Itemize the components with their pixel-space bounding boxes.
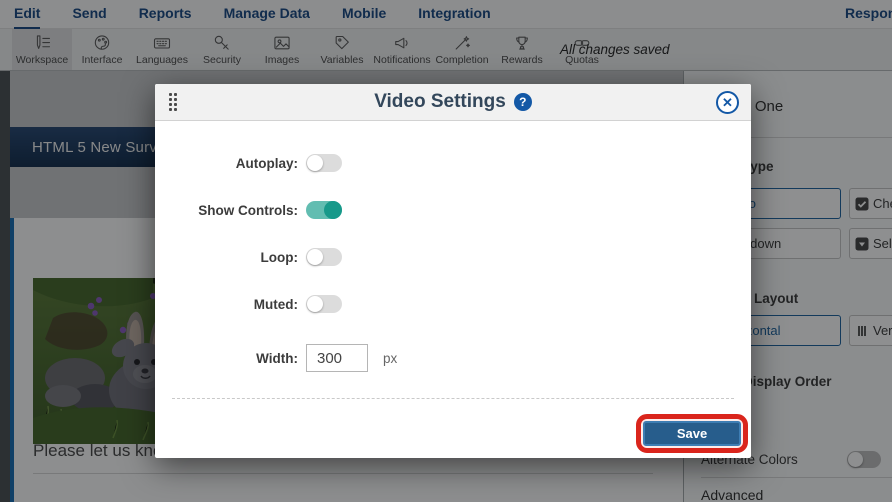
save-annotation-ring: Save <box>636 414 748 453</box>
width-row: Width: px <box>155 344 397 372</box>
help-icon[interactable]: ? <box>513 93 532 111</box>
toggle-knob <box>307 155 323 171</box>
modal-title: Video Settings ? <box>374 91 532 113</box>
toggle-knob <box>307 249 323 265</box>
width-label: Width: <box>256 350 298 366</box>
modal-footer-separator <box>172 398 734 399</box>
close-icon[interactable]: ✕ <box>716 91 739 114</box>
modal-title-text: Video Settings <box>374 91 506 112</box>
toggle-label: Muted: <box>253 296 298 312</box>
modal-header: Video Settings ? ✕ <box>155 84 751 121</box>
width-unit: px <box>383 350 398 366</box>
save-button[interactable]: Save <box>643 421 741 446</box>
toggle-switch[interactable] <box>306 295 342 313</box>
width-input[interactable] <box>306 344 368 372</box>
toggle-row-loop: Loop: <box>155 248 342 266</box>
toggle-row-muted: Muted: <box>155 295 342 313</box>
toggle-label: Loop: <box>260 249 298 265</box>
toggle-knob <box>307 296 323 312</box>
toggle-knob <box>324 201 342 219</box>
questionpro-editor-page: Edit Send Reports Manage Data Mobile Integrat… <box>0 0 892 502</box>
video-settings-modal: Video Settings ? ✕ Autoplay: Show Control… <box>155 84 751 458</box>
drag-handle-icon[interactable] <box>169 93 177 111</box>
toggle-row-autoplay: Autoplay: <box>155 154 342 172</box>
toggle-label: Autoplay: <box>235 155 298 171</box>
toggle-row-show-controls: Show Controls: <box>155 201 342 219</box>
toggle-switch[interactable] <box>306 154 342 172</box>
toggle-switch[interactable] <box>306 201 342 219</box>
toggle-label: Show Controls: <box>198 202 298 218</box>
toggle-switch[interactable] <box>306 248 342 266</box>
